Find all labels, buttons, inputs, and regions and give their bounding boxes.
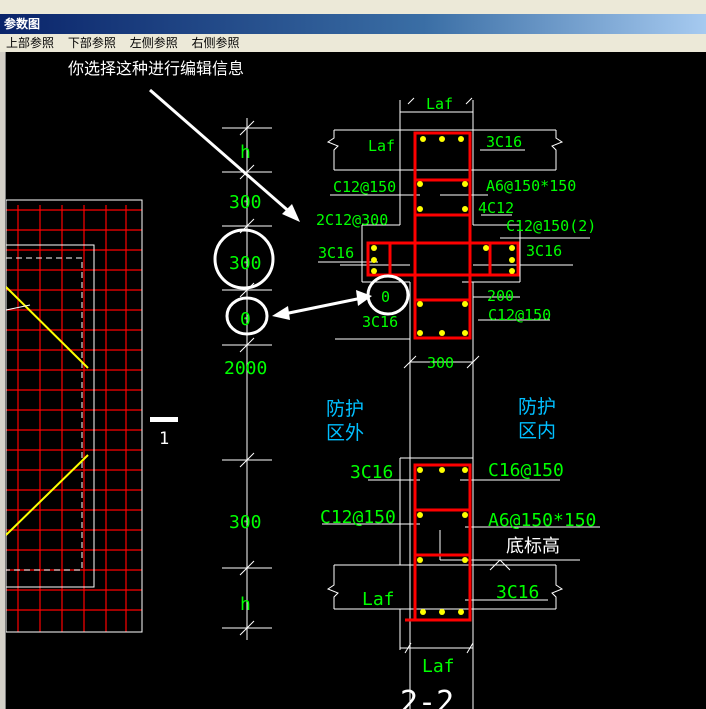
label-a6: A6@150*150	[486, 177, 576, 195]
section-mark: 1	[150, 417, 178, 449]
zone-outside-line1: 防护	[326, 398, 364, 420]
label-c16-150: C16@150	[488, 460, 564, 481]
label-2c12-300: 2C12@300	[316, 211, 388, 229]
label-3c16-right: 3C16	[526, 242, 562, 260]
left-partial-plan	[5, 199, 143, 633]
dim-300-b: 300	[229, 253, 262, 274]
lower-section: 3C16 C16@150 C12@150 A6@150*150 Laf 3C16…	[320, 457, 600, 677]
annotation-arrow	[149, 88, 300, 222]
dim-300-c: 300	[229, 512, 262, 533]
dim-h-bottom: h	[240, 594, 251, 615]
label-laf-bottom: Laf	[422, 656, 455, 677]
dim-h-top: h	[240, 142, 251, 163]
dim-0: 0	[240, 309, 251, 330]
window-title: 参数图	[0, 14, 706, 34]
label-3c16-left: 3C16	[318, 244, 354, 262]
menu-item-bottom-ref[interactable]: 下部参照	[64, 34, 120, 52]
label-c12-150-2: C12@150(2)	[506, 217, 596, 235]
menu-item-top-ref[interactable]: 上部参照	[2, 34, 58, 52]
label-c12-150-right: C12@150	[488, 306, 551, 324]
label-width-300: 300	[427, 354, 454, 372]
label-zero: 0	[381, 288, 390, 306]
annotation-text: 你选择这种进行编辑信息	[68, 59, 244, 78]
menu-item-right-ref[interactable]: 右侧参照	[188, 34, 244, 52]
label-4c12: 4C12	[478, 199, 514, 217]
label-3c16-lower: 3C16	[362, 313, 398, 331]
section-title-partial: 2-2	[400, 685, 454, 709]
label-3c16-top: 3C16	[486, 133, 522, 151]
menu-bar: 上部参照 下部参照 左侧参照 右侧参照	[0, 34, 706, 52]
cad-drawing: 1 你选择这种进行编辑信息 h 300 300 0 2000 300 h Laf…	[5, 59, 600, 709]
label-a6-b: A6@150*150	[488, 510, 596, 531]
label-3c16-bar: 3C16	[496, 582, 539, 603]
zone-inside-line2: 区内	[518, 420, 556, 442]
label-base-elevation: 底标高	[506, 536, 560, 557]
label-c12-150-b: C12@150	[320, 507, 396, 528]
app-window: 参数图 上部参照 下部参照 左侧参照 右侧参照 1 你选择这种进行编辑信息 h …	[0, 0, 706, 709]
label-laf-b-left: Laf	[362, 589, 395, 610]
section-mark-number: 1	[159, 429, 169, 449]
zone-outside-line2: 区外	[326, 422, 364, 444]
label-laf-top: Laf	[426, 95, 453, 113]
dim-2000: 2000	[224, 358, 267, 379]
label-c12-150-left: C12@150	[333, 178, 396, 196]
zone-inside-line1: 防护	[518, 396, 556, 418]
top-strip	[0, 0, 706, 14]
label-200: 200	[487, 287, 514, 305]
label-3c16-b: 3C16	[350, 462, 393, 483]
drawing-canvas[interactable]: 1 你选择这种进行编辑信息 h 300 300 0 2000 300 h Laf…	[5, 52, 706, 709]
menu-item-left-ref[interactable]: 左侧参照	[126, 34, 182, 52]
dim-300-a: 300	[229, 192, 262, 213]
label-laf-left: Laf	[368, 137, 395, 155]
link-arrow	[272, 290, 372, 320]
